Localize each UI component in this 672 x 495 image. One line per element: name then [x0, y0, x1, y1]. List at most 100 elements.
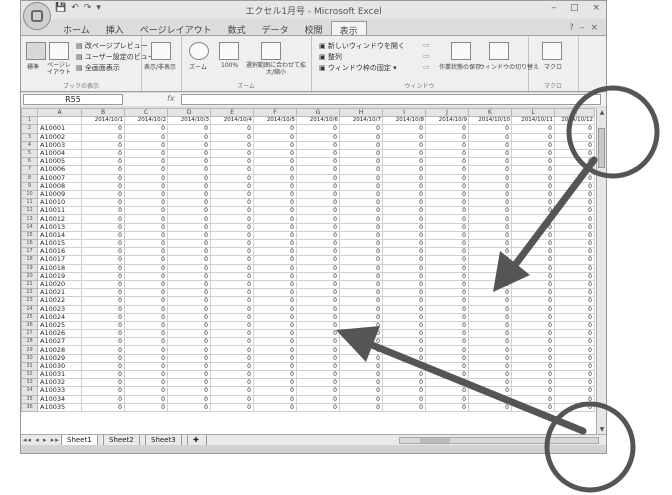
value-cell[interactable]: 0	[296, 369, 340, 380]
row-header[interactable]: 1	[21, 116, 38, 126]
value-cell[interactable]: 0	[296, 312, 340, 322]
value-cell[interactable]: 0	[468, 320, 512, 331]
value-cell[interactable]: 0	[296, 189, 340, 200]
value-cell[interactable]: 0	[167, 345, 211, 355]
value-cell[interactable]: 0	[382, 402, 426, 412]
id-cell[interactable]: A10004	[37, 148, 82, 159]
value-cell[interactable]: 0	[253, 189, 297, 200]
value-cell[interactable]: 0	[253, 353, 297, 363]
ribbon-minimize-icon[interactable]: –	[580, 23, 585, 33]
value-cell[interactable]: 0	[296, 255, 340, 265]
value-cell[interactable]: 0	[81, 394, 125, 404]
row-header[interactable]: 15	[21, 230, 38, 241]
value-cell[interactable]: 0	[81, 181, 125, 191]
value-cell[interactable]: 0	[554, 238, 595, 249]
value-cell[interactable]: 0	[210, 173, 254, 183]
maximize-button[interactable]: □	[570, 3, 579, 13]
value-cell[interactable]: 0	[425, 337, 469, 347]
value-cell[interactable]: 0	[253, 296, 297, 306]
date-header-cell[interactable]: 2014/10/1	[81, 116, 125, 126]
value-cell[interactable]: 0	[167, 230, 211, 241]
row-header[interactable]: 25	[21, 312, 38, 322]
value-cell[interactable]: 0	[511, 181, 555, 191]
value-cell[interactable]: 0	[511, 255, 555, 265]
value-cell[interactable]: 0	[468, 304, 512, 314]
value-cell[interactable]: 0	[425, 222, 469, 232]
value-cell[interactable]: 0	[382, 361, 426, 372]
value-cell[interactable]: 0	[554, 386, 595, 396]
value-cell[interactable]: 0	[425, 394, 469, 404]
value-cell[interactable]: 0	[81, 238, 125, 249]
value-cell[interactable]: 0	[124, 140, 168, 150]
value-cell[interactable]: 0	[296, 337, 340, 347]
column-header[interactable]: M	[554, 108, 595, 118]
value-cell[interactable]: 0	[468, 255, 512, 265]
value-cell[interactable]: 0	[296, 271, 340, 281]
value-cell[interactable]: 0	[382, 255, 426, 265]
value-cell[interactable]: 0	[511, 148, 555, 159]
value-cell[interactable]: 0	[554, 148, 595, 159]
value-cell[interactable]: 0	[339, 386, 383, 396]
value-cell[interactable]: 0	[124, 288, 168, 298]
unhide-window-icon[interactable]: ▭	[423, 63, 430, 71]
value-cell[interactable]: 0	[425, 230, 469, 241]
value-cell[interactable]: 0	[554, 402, 595, 412]
value-cell[interactable]: 0	[382, 369, 426, 380]
value-cell[interactable]: 0	[81, 206, 125, 216]
value-cell[interactable]: 0	[339, 206, 383, 216]
value-cell[interactable]: 0	[253, 222, 297, 232]
row-header[interactable]: 2	[21, 124, 38, 134]
value-cell[interactable]: 0	[339, 288, 383, 298]
row-header[interactable]: 30	[21, 353, 38, 363]
value-cell[interactable]: 0	[167, 304, 211, 314]
value-cell[interactable]: 0	[253, 312, 297, 322]
value-cell[interactable]: 0	[253, 304, 297, 314]
value-cell[interactable]: 0	[124, 189, 168, 200]
value-cell[interactable]: 0	[210, 320, 254, 331]
value-cell[interactable]: 0	[425, 157, 469, 167]
value-cell[interactable]: 0	[296, 124, 340, 134]
value-cell[interactable]: 0	[382, 378, 426, 388]
value-cell[interactable]: 0	[339, 345, 383, 355]
value-cell[interactable]: 0	[167, 329, 211, 339]
value-cell[interactable]: 0	[554, 320, 595, 331]
row-header[interactable]: 12	[21, 206, 38, 216]
value-cell[interactable]: 0	[468, 181, 512, 191]
save-workspace-icon[interactable]	[451, 42, 471, 60]
value-cell[interactable]: 0	[81, 361, 125, 372]
value-cell[interactable]: 0	[253, 140, 297, 150]
value-cell[interactable]: 0	[253, 206, 297, 216]
value-cell[interactable]: 0	[339, 132, 383, 142]
value-cell[interactable]: 0	[253, 157, 297, 167]
date-header-cell[interactable]: 2014/10/6	[296, 116, 340, 126]
value-cell[interactable]: 0	[339, 402, 383, 412]
insert-function-icon[interactable]: fx	[167, 94, 175, 103]
value-cell[interactable]: 0	[253, 402, 297, 412]
normal-view-button[interactable]: 標準	[27, 62, 39, 71]
page-layout-view-button[interactable]: ページレイアウト	[47, 62, 73, 76]
value-cell[interactable]: 0	[210, 124, 254, 134]
value-cell[interactable]: 0	[124, 271, 168, 281]
value-cell[interactable]: 0	[554, 206, 595, 216]
row-header[interactable]: 22	[21, 288, 38, 298]
value-cell[interactable]: 0	[425, 255, 469, 265]
show-hide-button[interactable]: 表示/非表示	[144, 62, 176, 71]
value-cell[interactable]: 0	[253, 238, 297, 249]
id-cell[interactable]: A10024	[37, 312, 82, 322]
formula-input[interactable]	[181, 94, 601, 105]
value-cell[interactable]: 0	[382, 214, 426, 224]
id-cell[interactable]: A10031	[37, 369, 82, 380]
value-cell[interactable]: 0	[167, 247, 211, 257]
value-cell[interactable]: 0	[167, 157, 211, 167]
value-cell[interactable]: 0	[511, 386, 555, 396]
row-header[interactable]: 29	[21, 345, 38, 355]
row-header[interactable]: 26	[21, 320, 38, 331]
value-cell[interactable]: 0	[167, 337, 211, 347]
column-header[interactable]: H	[339, 108, 383, 118]
value-cell[interactable]: 0	[511, 173, 555, 183]
value-cell[interactable]: 0	[382, 247, 426, 257]
value-cell[interactable]: 0	[81, 165, 125, 175]
value-cell[interactable]: 0	[425, 345, 469, 355]
value-cell[interactable]: 0	[382, 304, 426, 314]
zoom-100-button[interactable]: 100%	[221, 62, 238, 69]
